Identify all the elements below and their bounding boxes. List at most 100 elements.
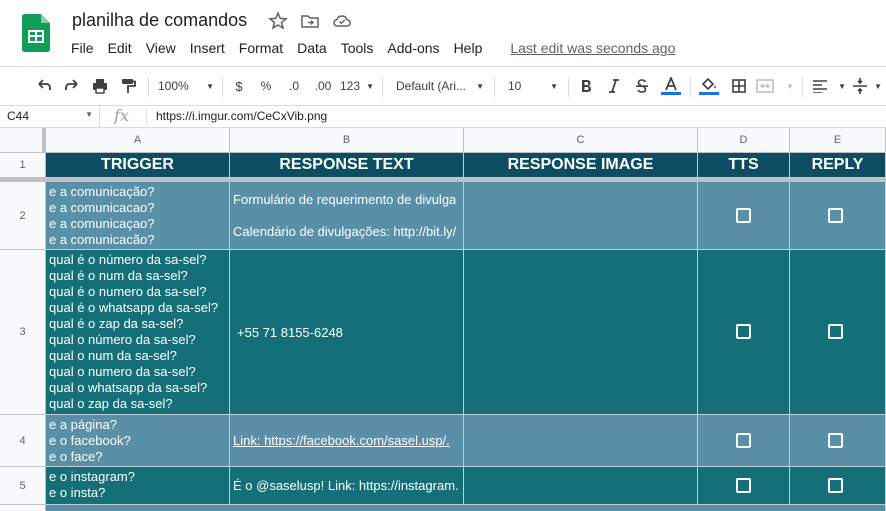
chevron-down-icon: ▼ xyxy=(85,110,93,119)
column-header-d[interactable]: D xyxy=(698,128,790,153)
percent-button[interactable]: % xyxy=(256,72,276,100)
menu-tools[interactable]: Tools xyxy=(334,38,381,58)
zoom-select[interactable]: 100% ▼ xyxy=(158,72,214,100)
strikethrough-icon[interactable] xyxy=(632,72,652,100)
menu-addons[interactable]: Add-ons xyxy=(380,38,446,58)
undo-icon[interactable] xyxy=(32,72,56,100)
reply-checkbox[interactable] xyxy=(828,324,843,339)
row-header-3[interactable]: 3 xyxy=(0,250,46,415)
currency-button[interactable]: $ xyxy=(230,72,248,100)
borders-icon[interactable] xyxy=(728,72,750,100)
response-line: Formulário de requerimento de divulga xyxy=(233,192,457,207)
name-box[interactable]: C44 ▼ xyxy=(0,106,100,127)
response-image-cell[interactable] xyxy=(464,415,698,467)
fill-color-icon[interactable] xyxy=(698,72,720,100)
trigger-line: qual é o whatsapp da sa-sel? xyxy=(49,300,219,315)
menu-format[interactable]: Format xyxy=(232,38,290,58)
spreadsheet-grid: A B C D E 1 TRIGGER RESPONSE TEXT RESPON… xyxy=(0,128,886,511)
row-header-1[interactable]: 1 xyxy=(0,153,46,178)
reply-cell[interactable] xyxy=(790,182,886,250)
select-all-corner[interactable] xyxy=(0,128,46,153)
response-image-cell[interactable] xyxy=(464,250,698,415)
row-header-4[interactable]: 4 xyxy=(0,415,46,467)
row-header-6[interactable] xyxy=(0,505,46,511)
decrease-decimal-button[interactable]: .0 xyxy=(282,72,306,100)
header-response-image[interactable]: RESPONSE IMAGE xyxy=(464,153,698,178)
tts-cell[interactable] xyxy=(698,415,790,467)
menu-data[interactable]: Data xyxy=(290,38,334,58)
chevron-down-icon: ▼ xyxy=(786,81,794,91)
font-family-select[interactable]: Default (Ari... ▼ xyxy=(396,72,484,100)
response-text-cell[interactable]: Link: https://facebook.com/sasel.usp/. xyxy=(230,415,464,467)
reply-cell[interactable] xyxy=(790,415,886,467)
trigger-cell[interactable]: e a comunicação? e a comunicacao? e a co… xyxy=(46,182,230,250)
vertical-align-icon[interactable]: ▼ xyxy=(852,72,882,100)
trigger-line: qual o número da sa-sel? xyxy=(49,332,196,347)
chevron-down-icon: ▼ xyxy=(838,81,846,91)
formula-input[interactable]: https://i.imgur.com/CeCxVib.png xyxy=(156,109,327,123)
tts-checkbox[interactable] xyxy=(736,433,751,448)
move-folder-icon[interactable] xyxy=(300,11,320,31)
response-text-cell[interactable]: É o @saselusp! Link: https://instagram. xyxy=(230,467,464,505)
row-header-5[interactable]: 5 xyxy=(0,467,46,505)
trigger-line: qual o zap da sa-sel? xyxy=(49,396,173,411)
tts-cell[interactable] xyxy=(698,182,790,250)
header-reply[interactable]: REPLY xyxy=(790,153,886,178)
response-image-cell[interactable] xyxy=(464,467,698,505)
trigger-line: e a comunicacao? xyxy=(49,200,155,215)
next-row-cells[interactable] xyxy=(46,505,886,511)
sheets-logo-icon[interactable] xyxy=(22,14,50,52)
column-header-a[interactable]: A xyxy=(46,128,230,153)
header-tts[interactable]: TTS xyxy=(698,153,790,178)
merge-cells-icon[interactable]: ▼ xyxy=(756,72,794,100)
tts-checkbox[interactable] xyxy=(736,208,751,223)
bold-icon[interactable] xyxy=(576,72,596,100)
chevron-down-icon: ▼ xyxy=(874,81,882,91)
chevron-down-icon: ▼ xyxy=(366,81,374,91)
number-format-select[interactable]: 123 ▼ xyxy=(340,72,374,100)
header-response-text[interactable]: RESPONSE TEXT xyxy=(230,153,464,178)
tts-checkbox[interactable] xyxy=(736,324,751,339)
menu-view[interactable]: View xyxy=(139,38,183,58)
toolbar: 100% ▼ $ % .0 .00 123 ▼ Default (Ari... … xyxy=(0,66,886,106)
response-text-cell[interactable]: +55 71 8155-6248 xyxy=(230,250,464,415)
zoom-value: 100% xyxy=(158,79,189,93)
trigger-line: e o insta? xyxy=(49,485,106,500)
column-header-b[interactable]: B xyxy=(230,128,464,153)
redo-icon[interactable] xyxy=(60,72,84,100)
cloud-saved-icon[interactable] xyxy=(332,11,352,31)
column-header-c[interactable]: C xyxy=(464,128,698,153)
menu-insert[interactable]: Insert xyxy=(183,38,232,58)
row-header-2[interactable]: 2 xyxy=(0,182,46,250)
reply-checkbox[interactable] xyxy=(828,433,843,448)
trigger-cell[interactable]: qual é o número da sa-sel? qual é o num … xyxy=(46,250,230,415)
reply-checkbox[interactable] xyxy=(828,478,843,493)
italic-icon[interactable] xyxy=(604,72,624,100)
star-icon[interactable] xyxy=(268,11,288,31)
response-image-cell[interactable] xyxy=(464,182,698,250)
header-trigger[interactable]: TRIGGER xyxy=(46,153,230,178)
document-title[interactable]: planilha de comandos xyxy=(72,10,247,31)
cell-reference: C44 xyxy=(7,109,30,123)
tts-cell[interactable] xyxy=(698,250,790,415)
response-text-cell[interactable]: Formulário de requerimento de divulga Ca… xyxy=(230,182,464,250)
text-color-icon[interactable] xyxy=(660,72,682,100)
response-link[interactable]: Link: https://facebook.com/sasel.usp/. xyxy=(233,433,450,448)
menu-edit[interactable]: Edit xyxy=(101,38,139,58)
print-icon[interactable] xyxy=(88,72,112,100)
increase-decimal-button[interactable]: .00 xyxy=(310,72,336,100)
reply-cell[interactable] xyxy=(790,250,886,415)
column-header-e[interactable]: E xyxy=(790,128,886,153)
trigger-cell[interactable]: e o instagram? e o insta? xyxy=(46,467,230,505)
horizontal-align-icon[interactable]: ▼ xyxy=(812,72,846,100)
reply-checkbox[interactable] xyxy=(828,208,843,223)
menu-help[interactable]: Help xyxy=(447,38,490,58)
trigger-cell[interactable]: e a página? e o facebook? e o face? xyxy=(46,415,230,467)
menu-file[interactable]: File xyxy=(64,38,101,58)
last-edit-link[interactable]: Last edit was seconds ago xyxy=(503,38,682,58)
paint-format-icon[interactable] xyxy=(116,72,140,100)
tts-cell[interactable] xyxy=(698,467,790,505)
font-size-select[interactable]: 10 ▼ xyxy=(508,72,558,100)
tts-checkbox[interactable] xyxy=(736,478,751,493)
reply-cell[interactable] xyxy=(790,467,886,505)
